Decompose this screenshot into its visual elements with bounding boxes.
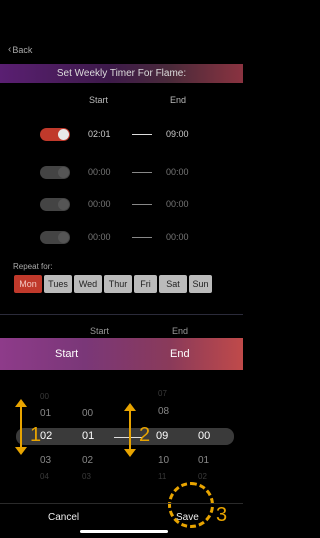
timer-toggle[interactable]: [40, 128, 70, 141]
footer-divider: [0, 503, 243, 504]
end-column-header: End: [170, 95, 187, 105]
timer-start-time[interactable]: 00:00: [88, 199, 111, 209]
timer-end-time[interactable]: 00:00: [166, 167, 189, 177]
selected-end-hour[interactable]: 09: [156, 430, 168, 442]
cancel-button[interactable]: Cancel: [48, 512, 79, 523]
time-separator: [132, 172, 152, 173]
wheel-item[interactable]: 00: [40, 392, 49, 401]
timer-start-time[interactable]: 00:00: [88, 232, 111, 242]
tab-start[interactable]: Start: [55, 348, 78, 360]
day-button-thur[interactable]: Thur: [104, 275, 132, 293]
timer-toggle[interactable]: [40, 198, 70, 211]
timer-row: 00:00 00:00: [0, 166, 243, 180]
wheel-item[interactable]: 03: [40, 455, 51, 466]
timer-end-time[interactable]: 00:00: [166, 199, 189, 209]
wheel-item[interactable]: 10: [158, 455, 169, 466]
picker-start-header: Start: [90, 326, 110, 336]
time-separator: [132, 237, 152, 238]
timer-banner: Set Weekly Timer For Flame:: [0, 64, 243, 83]
wheel-item[interactable]: 01: [198, 455, 209, 466]
wheel-item[interactable]: 11: [158, 472, 166, 481]
time-separator: [132, 134, 152, 135]
repeat-label: Repeat for:: [13, 262, 53, 271]
day-button-mon[interactable]: Mon: [14, 275, 42, 293]
wheel-item[interactable]: 03: [82, 472, 91, 481]
toggle-knob: [58, 129, 69, 140]
tab-end[interactable]: End: [170, 348, 190, 360]
home-indicator: [80, 530, 168, 533]
chevron-left-icon: ‹: [8, 44, 12, 55]
wheel-item[interactable]: 07: [158, 389, 167, 398]
day-button-fri[interactable]: Fri: [134, 275, 157, 293]
wheel-item[interactable]: 04: [40, 472, 49, 481]
toggle-knob: [58, 232, 69, 243]
time-separator: [114, 437, 142, 438]
wheel-item[interactable]: 08: [158, 406, 169, 417]
timer-toggle[interactable]: [40, 231, 70, 244]
timer-start-time[interactable]: 02:01: [88, 129, 111, 139]
picker-end-header: End: [172, 326, 189, 336]
day-button-sun[interactable]: Sun: [189, 275, 212, 293]
toggle-knob: [58, 167, 69, 178]
section-divider: [0, 314, 243, 315]
wheel-item[interactable]: 02: [82, 455, 93, 466]
day-button-sat[interactable]: Sat: [159, 275, 187, 293]
start-column-header: Start: [89, 95, 109, 105]
wheel-item[interactable]: 02: [198, 472, 207, 481]
annotation-number: 3: [216, 504, 228, 526]
save-button[interactable]: Save: [176, 512, 199, 523]
annotation-number: 1: [30, 424, 42, 446]
timer-toggle[interactable]: [40, 166, 70, 179]
selected-end-minute[interactable]: 00: [198, 430, 210, 442]
timer-start-time[interactable]: 00:00: [88, 167, 111, 177]
up-down-arrow-icon: [124, 403, 136, 457]
timer-row: 00:00 00:00: [0, 231, 243, 245]
annotation-number: 2: [139, 424, 151, 446]
wheel-item[interactable]: 01: [40, 408, 51, 419]
timer-row: 00:00 00:00: [0, 198, 243, 212]
timer-row: 02:01 09:00: [0, 128, 243, 142]
timer-end-time[interactable]: 09:00: [166, 129, 189, 139]
timer-end-time[interactable]: 00:00: [166, 232, 189, 242]
day-button-tues[interactable]: Tues: [44, 275, 72, 293]
back-button[interactable]: ‹ Back: [8, 44, 32, 55]
toggle-knob: [58, 199, 69, 210]
selected-start-minute[interactable]: 01: [82, 430, 94, 442]
up-down-arrow-icon: [15, 399, 27, 455]
day-button-wed[interactable]: Wed: [74, 275, 102, 293]
picker-tab-bar: [0, 338, 243, 370]
selected-start-hour[interactable]: 02: [40, 430, 52, 442]
back-label: Back: [12, 44, 33, 55]
time-separator: [132, 204, 152, 205]
wheel-item[interactable]: 00: [82, 408, 93, 419]
day-selector: Mon Tues Wed Thur Fri Sat Sun: [14, 275, 212, 293]
